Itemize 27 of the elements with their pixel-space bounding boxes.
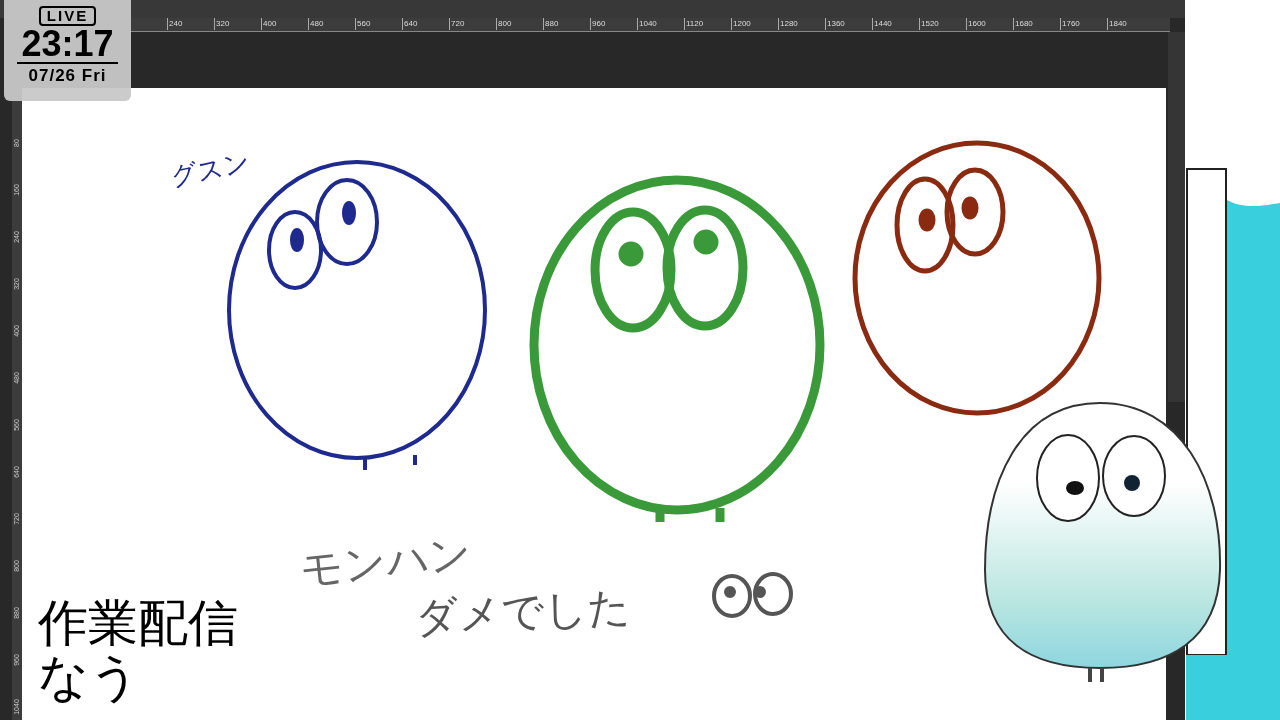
ruler-label: 1760 [1060,18,1080,30]
ruler-label: 960 [590,18,606,30]
caption-text: 作業配信 [38,596,238,650]
ruler-label: 1120 [684,18,704,30]
ruler-label: 320 [214,18,230,30]
clock-date: 07/26 Fri [28,66,107,86]
ruler-label: 400 [261,18,277,30]
ruler-label: 1280 [778,18,798,30]
ruler-label: 1840 [1107,18,1127,30]
ruler-label: 640 [402,18,418,30]
ruler-label: 880 [543,18,559,30]
ruler-label: 1040 [637,18,657,30]
ruler-label: 480 [308,18,324,30]
handwritten-text: グスン [166,144,255,195]
ruler-label: 1440 [872,18,892,30]
ruler-label: 1680 [1013,18,1033,30]
ruler-label: 1200 [731,18,751,30]
live-badge: LIVE [38,6,97,26]
ruler-label: 720 [449,18,465,30]
ruler-label: 1520 [919,18,939,30]
ruler-label: 560 [355,18,371,30]
clock-time: 23:17 [17,26,118,64]
ruler-label: 240 [167,18,183,30]
ruler-label: 1600 [966,18,986,30]
ruler-label: 800 [496,18,512,30]
caption-text: なう [38,650,140,704]
ruler-label: 1360 [825,18,845,30]
